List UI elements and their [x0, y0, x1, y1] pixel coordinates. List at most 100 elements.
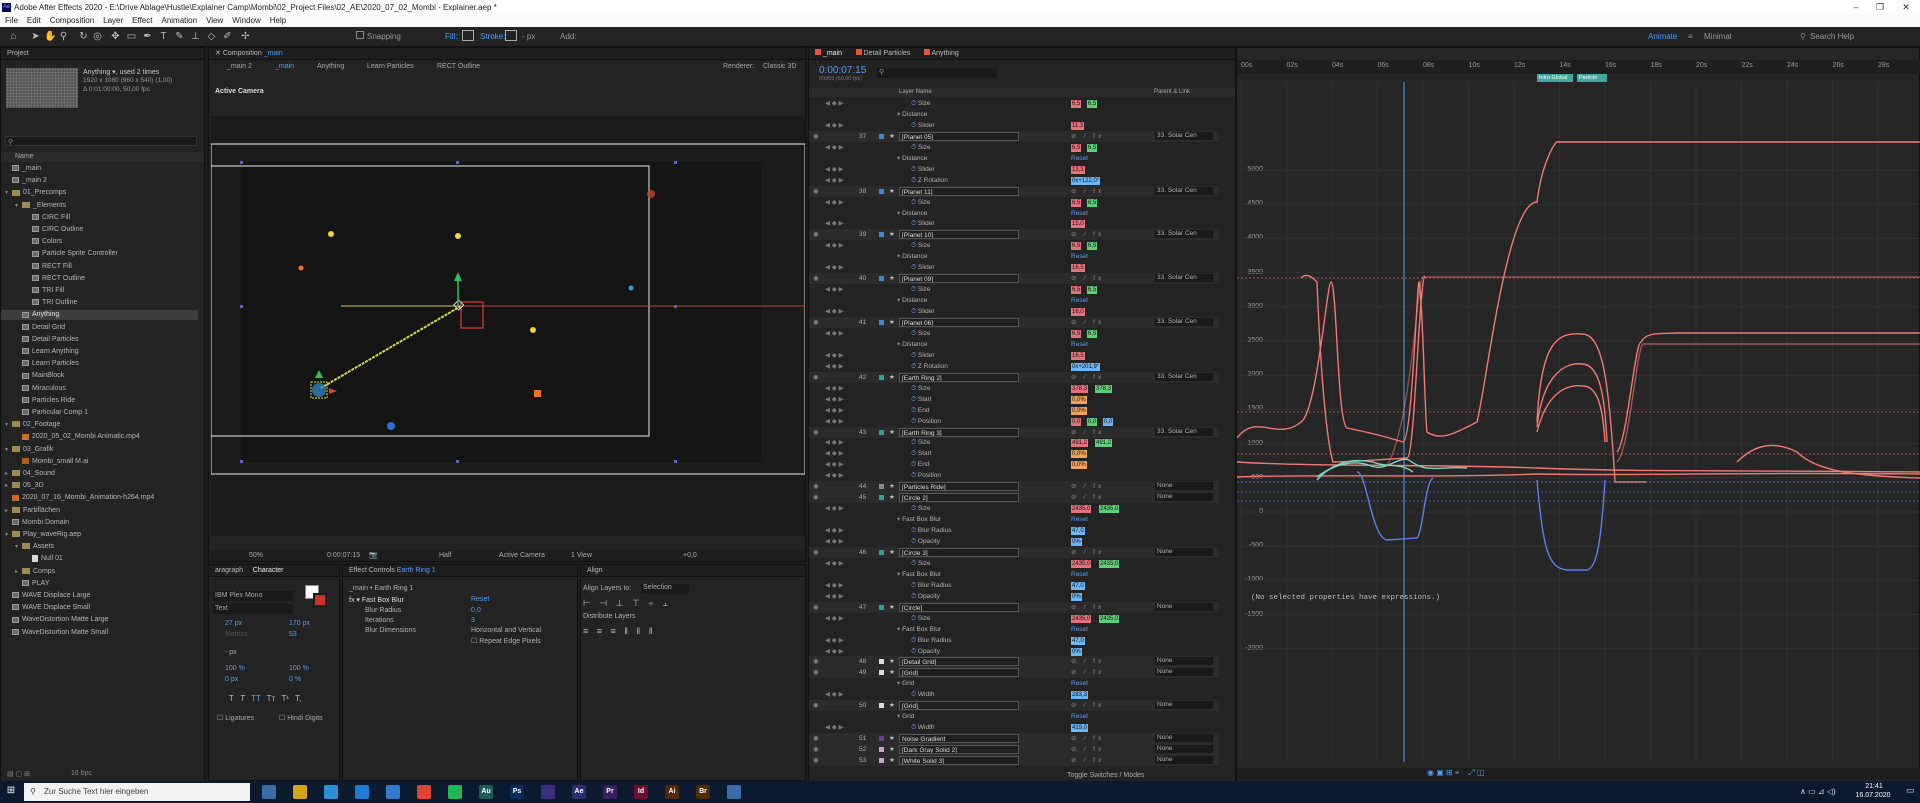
stopwatch-icon[interactable]: ⏱	[911, 363, 916, 370]
reset-link[interactable]: Reset	[1071, 569, 1088, 580]
property-value[interactable]: 0,0%	[1071, 406, 1087, 415]
layer-label-color[interactable]	[879, 495, 884, 501]
view-select[interactable]: Active Camera	[499, 550, 545, 561]
parent-select[interactable]: 33. Solar Cen	[1155, 230, 1213, 239]
project-item[interactable]: TRI Fill	[1, 286, 198, 296]
timeline-property-row[interactable]: ◀ ◆ ▶ ⏱ Size 6,5 6,5	[809, 328, 1219, 339]
layer-name[interactable]: Noise Gradient	[899, 734, 1019, 744]
layer-switches[interactable]: ⊘ ⁄ fx	[1071, 427, 1104, 438]
breadcrumb-anything[interactable]: Anything	[317, 61, 344, 73]
breadcrumb-main2[interactable]: _main 2	[227, 61, 252, 73]
breadcrumb-learn-particles[interactable]: Learn Particles	[367, 61, 414, 73]
visibility-eye-icon[interactable]: ◉	[813, 656, 819, 667]
keyframe-nav-icon[interactable]: ◀ ◆ ▶	[825, 218, 844, 229]
keyframe-nav-icon[interactable]: ◀ ◆ ▶	[825, 306, 844, 317]
layer-switches[interactable]: ⊘ ⁄ fx	[1071, 602, 1104, 613]
timeline-property-row[interactable]: ◀ ◆ ▶ ⏱ Slider 16,5	[809, 350, 1219, 361]
timeline-layer-row[interactable]: ◉ 48 ★ [Detail Grid] ⊘ ⁄ fx None	[809, 656, 1219, 668]
reset-link[interactable]: Reset	[1071, 514, 1088, 525]
leading[interactable]: 170 px	[289, 620, 310, 627]
taskbar-app-icon[interactable]: Au	[479, 785, 493, 799]
ligatures-checkbox[interactable]: ☐ Ligatures	[217, 714, 254, 722]
layer-switches[interactable]: ⊘ ⁄ fx	[1071, 744, 1104, 755]
time-ruler[interactable]: 00s 02s 04s 06s 08s 10s 12s 14s 16s 18s 20s 22s 24s 2…	[1237, 60, 1920, 74]
property-value[interactable]: 6,5	[1087, 242, 1098, 251]
project-item[interactable]: Detail Particles	[1, 335, 198, 345]
project-column-name[interactable]: Name	[1, 152, 204, 162]
stopwatch-icon[interactable]: ⏱	[911, 505, 916, 512]
layer-label-color[interactable]	[879, 133, 884, 139]
project-item[interactable]: Learn Anything	[1, 347, 198, 357]
project-item[interactable]: 2020_05_02_Mombi Animatic.mp4	[1, 432, 198, 442]
timeline-property-row[interactable]: ◀ ◆ ▶ ⏱ Size 491,2 491,2	[809, 437, 1219, 448]
project-tab[interactable]: Project	[1, 48, 204, 60]
visibility-eye-icon[interactable]: ◉	[813, 131, 819, 142]
parent-select[interactable]: 33. Solar Cen	[1155, 274, 1213, 283]
timeline-property-row[interactable]: ◀ ◆ ▶ ⏱ Size 2435,0 2435,0	[809, 503, 1219, 514]
distribute-buttons[interactable]: ≡ ≡ ≡ ‖ ‖ ‖	[583, 626, 652, 636]
project-item[interactable]: RECT Fill	[1, 262, 198, 272]
layer-name[interactable]: [Planet 10]	[899, 230, 1019, 240]
expand-toggle-icon[interactable]: ▸	[5, 469, 12, 479]
parent-select[interactable]: None	[1155, 482, 1213, 491]
taskbar-search-input[interactable]: ⚲ Zur Suche Text hier eingeben	[24, 783, 250, 801]
layer-name[interactable]: [Circle 2]	[899, 493, 1019, 503]
timeline-layer-row[interactable]: ◉ 39 ★ [Planet 10] ⊘ ⁄ fx 33. Solar Cen	[809, 229, 1219, 241]
reset-link[interactable]: Reset	[1071, 339, 1088, 350]
align-tab[interactable]: Align	[581, 565, 805, 577]
stroke-width-char[interactable]: - px	[225, 649, 237, 656]
baseline-shift[interactable]: 0 px	[225, 676, 238, 683]
timeline-property-row[interactable]: ◀ ◆ ▶ ⏱ Blur Radius 47,0	[809, 525, 1219, 536]
expand-toggle-icon[interactable]: ▾	[897, 297, 900, 304]
workspace-menu-icon[interactable]: ≡	[1688, 32, 1693, 41]
visibility-eye-icon[interactable]: ◉	[813, 547, 819, 558]
layer-name[interactable]: [Detail Grid]	[899, 657, 1019, 667]
project-item[interactable]: WaveDistortion Matte Large	[1, 615, 198, 625]
eraser-tool-icon[interactable]: ◇	[206, 31, 217, 42]
system-tray-icons[interactable]: ∧ ▭ ⊿ ◁)	[1800, 787, 1836, 796]
project-folder[interactable]: ▸ 05_3D	[1, 481, 198, 491]
visibility-eye-icon[interactable]: ◉	[813, 427, 819, 438]
resolution[interactable]: Half	[439, 550, 451, 561]
visibility-eye-icon[interactable]: ◉	[813, 700, 819, 711]
parent-select[interactable]: None	[1155, 668, 1213, 677]
reset-link[interactable]: Reset	[1071, 711, 1088, 722]
project-item[interactable]: Mombi Domain	[1, 518, 198, 528]
property-value[interactable]: 491,2	[1095, 439, 1113, 448]
keyframe-nav-icon[interactable]: ◀ ◆ ▶	[825, 503, 844, 514]
timeline-property-row[interactable]: ◀ ◆ ▶ ⏱ Width 283,3	[809, 689, 1219, 700]
timeline-layer-row[interactable]: ◉ 52 ★ [Dark Gray Solid 2] ⊘ ⁄ fx None	[809, 744, 1219, 756]
stopwatch-icon[interactable]: ⏱	[911, 220, 916, 227]
layer-label-color[interactable]	[879, 670, 884, 676]
layer-switches[interactable]: ⊘ ⁄ fx	[1071, 317, 1104, 328]
project-folder[interactable]: ▾ Play_waveRig.aep	[1, 530, 198, 540]
layer-switches[interactable]: ⊘ ⁄ fx	[1071, 667, 1104, 678]
project-folder[interactable]: ▾ 03_Grafik	[1, 445, 198, 455]
property-value[interactable]: 16,5	[1071, 351, 1085, 360]
stopwatch-icon[interactable]: ⏱	[911, 144, 916, 151]
timeline-group-row[interactable]: ▾ Fast Box Blur Reset	[809, 624, 1219, 635]
menu-view[interactable]: View	[201, 15, 227, 27]
project-folder[interactable]: ▾ Assets	[1, 542, 198, 552]
timeline-property-row[interactable]: ◀ ◆ ▶ ⏱ Z Rotation 0x+201,9°	[809, 361, 1219, 372]
layer-label-color[interactable]	[879, 736, 884, 742]
project-item[interactable]: RECT Outline	[1, 274, 198, 284]
timeline-layer-row[interactable]: ◉ 50 ★ [Grid] ⊘ ⁄ fx None	[809, 700, 1219, 712]
effect-name[interactable]: fx ▾ Fast Box Blur	[349, 596, 404, 604]
fill-label[interactable]: Fill:	[445, 32, 457, 41]
property-value[interactable]: 0%	[1071, 538, 1082, 546]
exposure-value[interactable]: +0,0	[683, 550, 697, 561]
layer-label-color[interactable]	[879, 429, 884, 435]
expand-toggle-icon[interactable]: ▾	[5, 530, 12, 540]
project-item[interactable]: Detail Grid	[1, 323, 198, 333]
taskbar-app-icon[interactable]	[448, 785, 462, 799]
layer-switches[interactable]: ⊘ ⁄ fx	[1071, 755, 1104, 766]
keyframe-nav-icon[interactable]: ◀ ◆ ▶	[825, 175, 844, 186]
expand-toggle-icon[interactable]: ▾	[897, 680, 900, 687]
parent-select[interactable]: None	[1155, 734, 1213, 743]
property-value[interactable]: 2435,0	[1071, 559, 1092, 568]
keyframe-nav-icon[interactable]: ◀ ◆ ▶	[825, 689, 844, 700]
stopwatch-icon[interactable]: ⏱	[911, 418, 916, 425]
iterations-value[interactable]: 3	[471, 617, 475, 624]
reset-link[interactable]: Reset	[1071, 153, 1088, 164]
